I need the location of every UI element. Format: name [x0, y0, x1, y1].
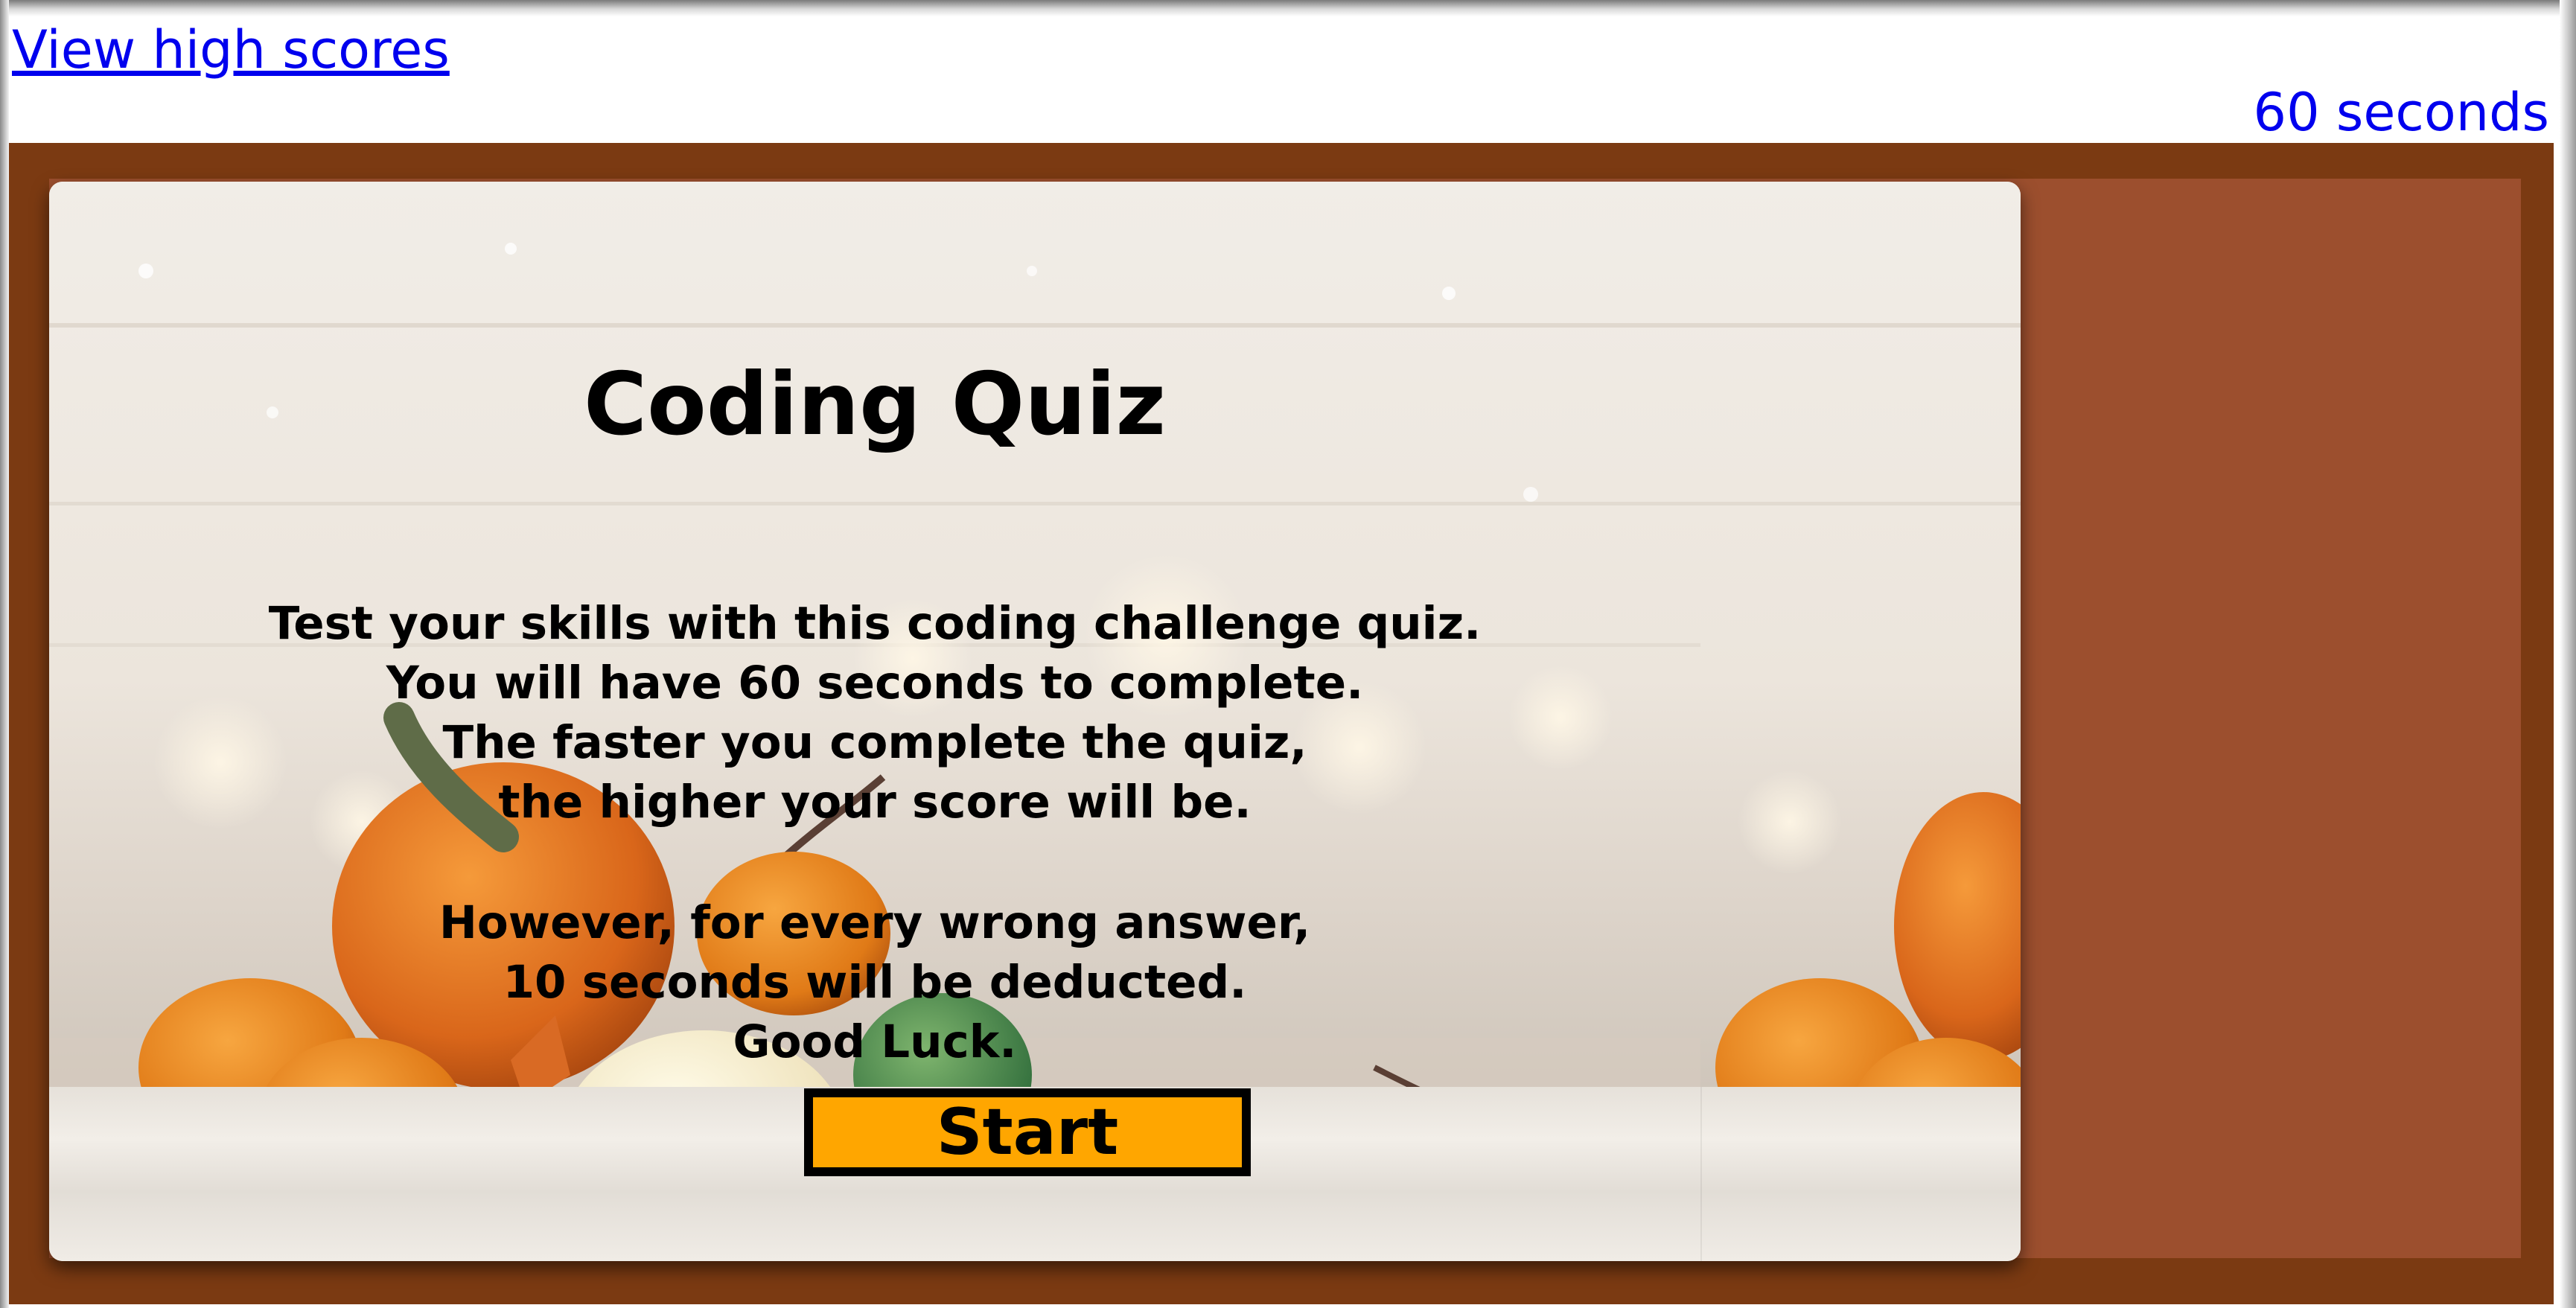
- window-right-edge: [2560, 0, 2576, 1308]
- page: View high scores 60 seconds Coding Quiz …: [0, 0, 2576, 1308]
- warning-line: Good Luck.: [733, 1015, 1017, 1068]
- autumn-background-repeat: [1700, 182, 2021, 1087]
- window-top-shadow: [0, 0, 2576, 16]
- quiz-card: Coding Quiz Test your skills with this c…: [49, 182, 2021, 1261]
- window-left-edge: [0, 0, 9, 1308]
- warning-line: However, for every wrong answer,: [439, 896, 1311, 949]
- instruction-line: The faster you complete the quiz,: [442, 716, 1307, 769]
- header: View high scores 60 seconds: [9, 16, 2554, 143]
- start-button[interactable]: Start: [804, 1088, 1251, 1176]
- view-high-scores-link[interactable]: View high scores: [12, 16, 450, 83]
- pumpkin-scene-repeat: [1700, 182, 2021, 1087]
- warning-line: 10 seconds will be deducted.: [503, 956, 1247, 1009]
- quiz-section: Coding Quiz Test your skills with this c…: [9, 143, 2554, 1304]
- instruction-line: the higher your score will be.: [498, 776, 1252, 829]
- quiz-instructions: Test your skills with this coding challe…: [49, 421, 1700, 1072]
- timer-display: 60 seconds: [2253, 82, 2549, 143]
- instruction-line: Test your skills with this coding challe…: [268, 597, 1482, 650]
- tile-seam: [1700, 1087, 1702, 1261]
- instruction-line: You will have 60 seconds to complete.: [386, 657, 1364, 709]
